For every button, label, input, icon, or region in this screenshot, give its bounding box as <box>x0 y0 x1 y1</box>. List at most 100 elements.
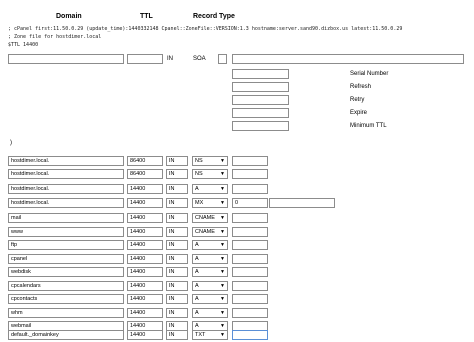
record-class-field[interactable]: IN <box>166 240 188 250</box>
record-value-field[interactable]: 0 <box>232 198 268 208</box>
record-name-field[interactable]: whm <box>8 308 124 318</box>
chevron-down-icon: ▼ <box>220 283 225 289</box>
record-value-field[interactable] <box>232 267 268 277</box>
soa-domain-field[interactable] <box>8 54 124 64</box>
record-value-field[interactable] <box>232 294 268 304</box>
soa-minimum-ttl-field[interactable] <box>232 121 289 131</box>
record-type-select[interactable]: A ▼ <box>192 281 228 291</box>
soa-refresh-field[interactable] <box>232 82 289 92</box>
soa-in-label: IN <box>167 56 173 62</box>
record-class-field[interactable]: IN <box>166 213 188 223</box>
record-ttl-field[interactable]: 14400 <box>127 267 163 277</box>
record-type-select[interactable]: CNAME ▼ <box>192 213 228 223</box>
chevron-down-icon: ▼ <box>220 332 225 338</box>
record-type-value: CNAME <box>195 215 215 221</box>
record-class-field[interactable]: IN <box>166 330 188 340</box>
record-type-select[interactable]: A ▼ <box>192 184 228 194</box>
record-type-value: A <box>195 283 199 289</box>
record-ttl-field[interactable]: 14400 <box>127 254 163 264</box>
record-value-field[interactable] <box>232 213 268 223</box>
record-type-select[interactable]: A ▼ <box>192 294 228 304</box>
record-exchange-field[interactable] <box>269 198 335 208</box>
record-type-select[interactable]: TXT ▼ <box>192 330 228 340</box>
record-type-select[interactable]: NS ▼ <box>192 156 228 166</box>
record-name-field[interactable]: hostdimer.local. <box>8 156 124 166</box>
record-type-value: A <box>195 242 199 248</box>
record-ttl-field[interactable]: 14400 <box>127 227 163 237</box>
record-ttl-field[interactable]: 14400 <box>127 294 163 304</box>
record-type-select[interactable]: NS ▼ <box>192 169 228 179</box>
record-ttl-field[interactable]: 14400 <box>127 330 163 340</box>
record-name-field[interactable]: ftp <box>8 240 124 250</box>
record-ttl-field[interactable]: 14400 <box>127 281 163 291</box>
chevron-down-icon: ▼ <box>220 256 225 262</box>
record-type-select[interactable]: A ▼ <box>192 267 228 277</box>
record-type-select[interactable]: MX ▼ <box>192 198 228 208</box>
soa-primary-ns-field[interactable] <box>218 54 227 64</box>
record-type-select[interactable]: CNAME ▼ <box>192 227 228 237</box>
chevron-down-icon: ▼ <box>220 171 225 177</box>
record-value-field[interactable] <box>232 308 268 318</box>
record-class-field[interactable]: IN <box>166 308 188 318</box>
record-class-field[interactable]: IN <box>166 227 188 237</box>
record-value-field[interactable] <box>232 330 268 340</box>
record-type-value: A <box>195 186 199 192</box>
record-type-value: A <box>195 296 199 302</box>
record-value-field[interactable] <box>232 156 268 166</box>
soa-retry-field[interactable] <box>232 95 289 105</box>
record-name-field[interactable]: www <box>8 227 124 237</box>
record-ttl-field[interactable]: 14400 <box>127 184 163 194</box>
record-class-field[interactable]: IN <box>166 267 188 277</box>
ttl-directive-line: $TTL 14400 <box>8 42 39 48</box>
record-class-field[interactable]: IN <box>166 281 188 291</box>
record-ttl-field[interactable]: 14400 <box>127 213 163 223</box>
expire-label: Expire <box>350 110 368 116</box>
record-name-field[interactable]: cpcontacts <box>8 294 124 304</box>
chevron-down-icon: ▼ <box>220 269 225 275</box>
record-class-field[interactable]: IN <box>166 294 188 304</box>
record-ttl-field[interactable]: 14400 <box>127 198 163 208</box>
record-value-field[interactable] <box>232 184 268 194</box>
record-class-field[interactable]: IN <box>166 198 188 208</box>
record-ttl-field[interactable]: 14400 <box>127 240 163 250</box>
record-name-field[interactable]: hostdimer.local. <box>8 169 124 179</box>
record-value-field[interactable] <box>232 281 268 291</box>
chevron-down-icon: ▼ <box>220 323 225 329</box>
record-class-field[interactable]: IN <box>166 184 188 194</box>
record-name-field[interactable]: hostdimer.local. <box>8 184 124 194</box>
record-value-field[interactable] <box>232 169 268 179</box>
record-value-field[interactable] <box>232 254 268 264</box>
record-ttl-field[interactable]: 86400 <box>127 169 163 179</box>
record-class-field[interactable]: IN <box>166 169 188 179</box>
zone-comment-line: ; cPanel first:11.50.0.29 (update_time):… <box>8 26 403 32</box>
record-class-field[interactable]: IN <box>166 254 188 264</box>
record-value-field[interactable] <box>232 240 268 250</box>
minimum-ttl-label: Minimum TTL <box>350 123 387 129</box>
record-name-field[interactable]: default._domainkey <box>8 330 124 340</box>
soa-type-label: SOA <box>193 56 206 62</box>
soa-expire-field[interactable] <box>232 108 289 118</box>
record-ttl-field[interactable]: 86400 <box>127 156 163 166</box>
record-type-select[interactable]: A ▼ <box>192 240 228 250</box>
soa-ttl-field[interactable] <box>127 54 163 64</box>
record-type-select[interactable]: A ▼ <box>192 254 228 264</box>
record-type-value: MX <box>195 200 204 206</box>
chevron-down-icon: ▼ <box>220 215 225 221</box>
record-type-value: A <box>195 323 199 329</box>
chevron-down-icon: ▼ <box>220 310 225 316</box>
record-name-field[interactable]: hostdimer.local. <box>8 198 124 208</box>
domain-column-header: Domain <box>56 13 82 20</box>
retry-label: Retry <box>350 97 365 103</box>
record-type-select[interactable]: A ▼ <box>192 308 228 318</box>
record-name-field[interactable]: mail <box>8 213 124 223</box>
record-ttl-field[interactable]: 14400 <box>127 308 163 318</box>
record-class-field[interactable]: IN <box>166 156 188 166</box>
record-value-field[interactable] <box>232 227 268 237</box>
record-type-value: A <box>195 310 199 316</box>
ttl-column-header: TTL <box>140 13 153 20</box>
record-name-field[interactable]: cpanel <box>8 254 124 264</box>
soa-serial-field[interactable] <box>232 69 289 79</box>
record-name-field[interactable]: webdisk <box>8 267 124 277</box>
soa-contact-field[interactable] <box>232 54 464 64</box>
record-name-field[interactable]: cpcalendars <box>8 281 124 291</box>
